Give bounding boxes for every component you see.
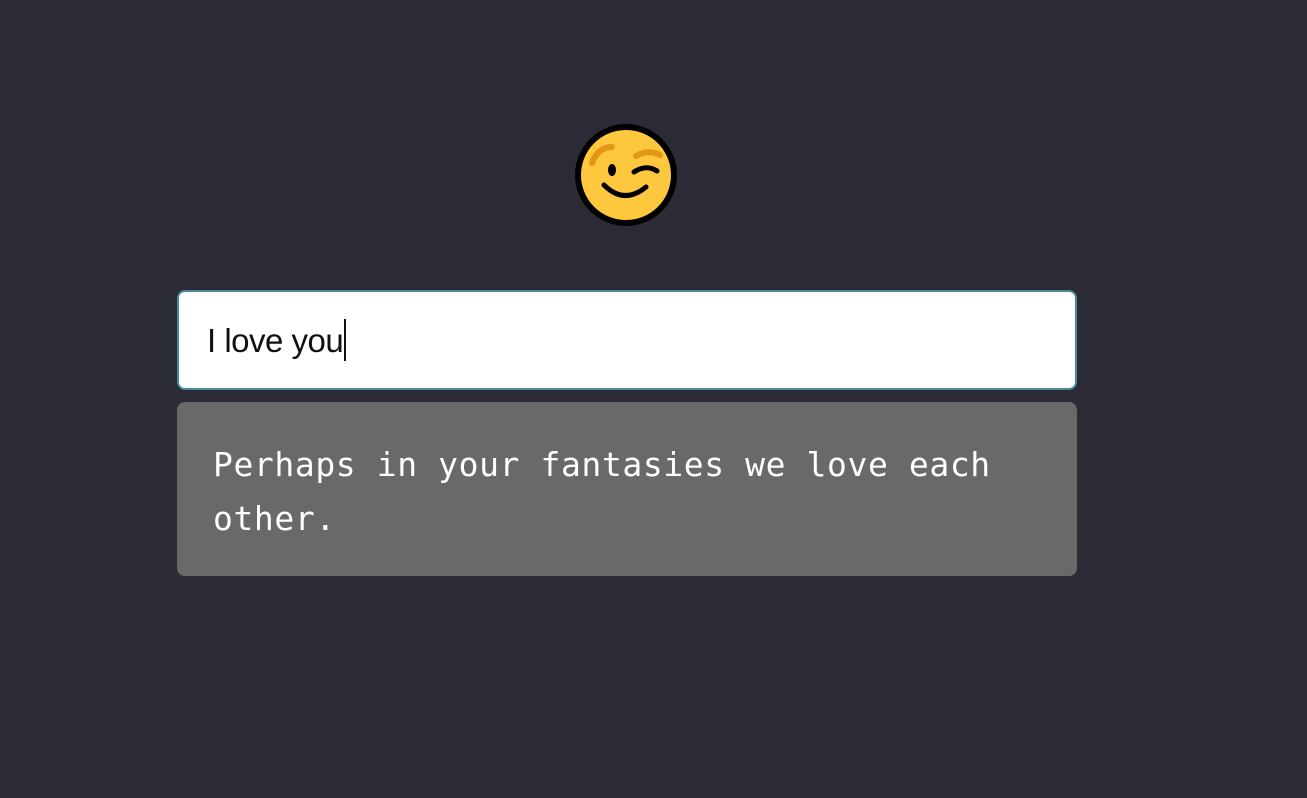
text-cursor: [344, 319, 347, 361]
winking-face-icon: [574, 123, 678, 227]
response-text: Perhaps in your fantasies we love each o…: [213, 445, 991, 538]
message-input-value[interactable]: I love you: [207, 324, 344, 357]
message-input[interactable]: I love you: [177, 290, 1077, 390]
winking-face-icon-graphic: [575, 124, 677, 226]
response-panel: Perhaps in your fantasies we love each o…: [177, 402, 1077, 576]
